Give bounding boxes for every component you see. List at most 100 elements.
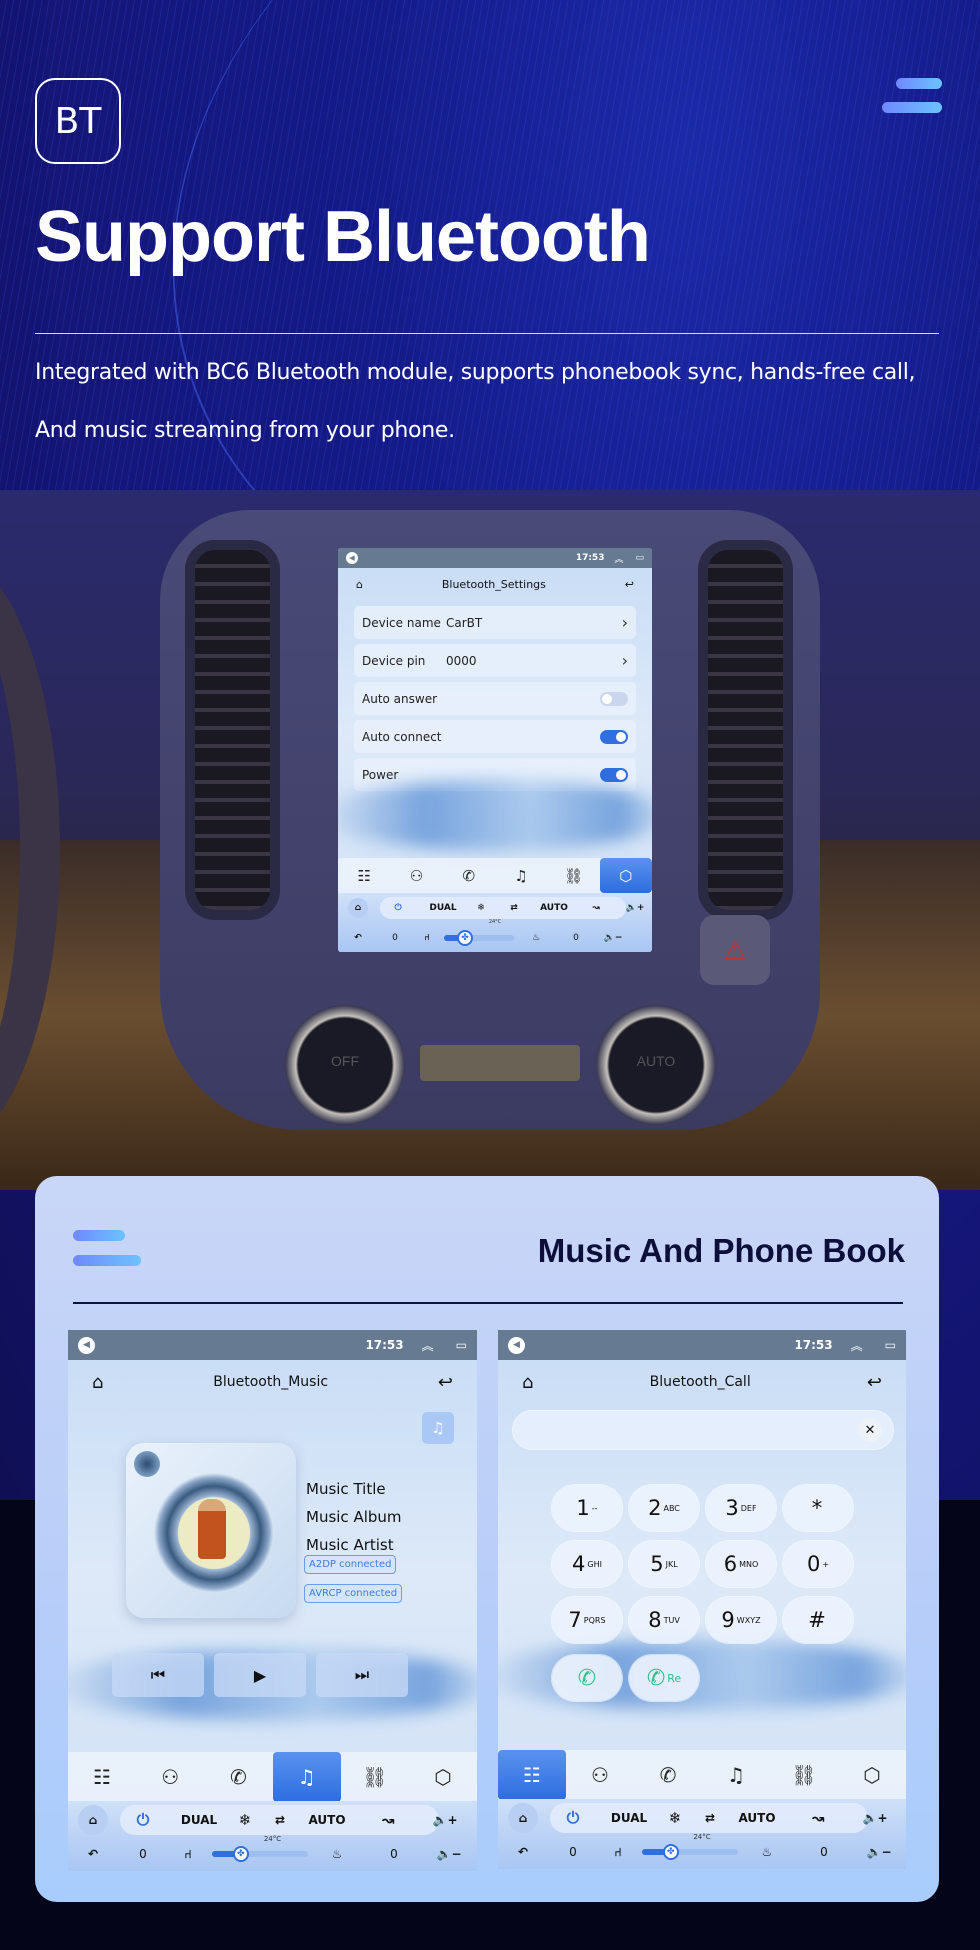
home-icon[interactable]: ⌂: [356, 578, 363, 591]
seat-heat-icon[interactable]: ♨: [312, 1847, 362, 1861]
music-icon[interactable]: ♫: [272, 1752, 341, 1802]
volume-up-icon[interactable]: 🔈+: [618, 903, 652, 913]
fan-slider[interactable]: ✤: [642, 1844, 738, 1860]
expand-icon[interactable]: ︽: [422, 1337, 434, 1354]
play-button[interactable]: ▶: [214, 1653, 306, 1697]
link-icon[interactable]: ⛓: [547, 858, 599, 893]
volume-down-icon[interactable]: 🔈−: [426, 1847, 472, 1861]
power-toggle[interactable]: [600, 767, 628, 782]
power-icon[interactable]: ⏻: [548, 1808, 598, 1828]
seat-heat-icon[interactable]: ♨: [742, 1845, 792, 1859]
fan-slider[interactable]: ✤: [212, 1846, 308, 1862]
expand-icon[interactable]: ︽: [614, 552, 623, 565]
volume-down-icon[interactable]: 🔈−: [856, 1845, 902, 1859]
apps-grid-icon[interactable]: ☷: [68, 1752, 136, 1802]
dial-key[interactable]: 3 DEF: [706, 1485, 776, 1531]
dial-key[interactable]: 1 --: [552, 1485, 622, 1531]
apps-grid-icon[interactable]: ☷: [498, 1750, 566, 1800]
dial-key[interactable]: 4 GHI: [552, 1541, 622, 1587]
dial-key[interactable]: 9 WXYZ: [706, 1597, 776, 1643]
seat-heat-icon[interactable]: ♨: [516, 933, 556, 943]
dial-key[interactable]: 5 JKL: [629, 1541, 699, 1587]
seat-icon[interactable]: ⑁: [598, 1845, 638, 1859]
recents-icon[interactable]: ▭: [885, 1338, 896, 1352]
setting-device-pin[interactable]: Device pin 0000 ›: [354, 644, 636, 677]
link-icon[interactable]: ⛓: [341, 1752, 409, 1802]
contacts-icon[interactable]: ⚇: [390, 858, 442, 893]
dial-key[interactable]: 0 +: [783, 1541, 853, 1587]
home-button[interactable]: ⌂: [508, 1803, 538, 1833]
recirculation-icon[interactable]: ⇄: [690, 1811, 730, 1825]
home-button[interactable]: ⌂: [348, 898, 368, 918]
home-icon[interactable]: ⌂: [92, 1372, 103, 1393]
music-icon[interactable]: ♫: [495, 858, 547, 893]
auto-button[interactable]: AUTO: [730, 1811, 784, 1825]
recents-icon[interactable]: ▭: [456, 1338, 467, 1352]
settings-icon[interactable]: ⬡: [838, 1750, 906, 1800]
music-icon[interactable]: ♫: [702, 1750, 770, 1800]
call-button[interactable]: ✆: [552, 1655, 622, 1701]
setting-device-name[interactable]: Device name CarBT ›: [354, 606, 636, 639]
link-icon[interactable]: ⛓: [770, 1750, 838, 1800]
snowflake-icon[interactable]: ❄: [468, 903, 494, 913]
dual-button[interactable]: DUAL: [168, 1813, 230, 1827]
airflow-icon[interactable]: ↝: [354, 1811, 422, 1829]
auto-button[interactable]: AUTO: [534, 903, 574, 913]
volume-icon[interactable]: ◀: [78, 1336, 95, 1354]
auto-connect-toggle[interactable]: [600, 729, 628, 744]
contacts-icon[interactable]: ⚇: [566, 1750, 634, 1800]
home-icon[interactable]: ⌂: [522, 1372, 533, 1393]
phone-icon[interactable]: ✆: [634, 1750, 702, 1800]
seat-icon[interactable]: ⑁: [412, 933, 442, 943]
back-arrow-icon[interactable]: ↶: [338, 933, 378, 943]
fan-slider[interactable]: ✤: [444, 930, 514, 946]
settings-icon[interactable]: ⬡: [409, 1752, 477, 1802]
back-arrow-icon[interactable]: ↶: [68, 1847, 118, 1861]
volume-icon[interactable]: ◀: [346, 552, 358, 564]
settings-screen: ◀ 17:53 ︽ ▭ ⌂ Bluetooth_Settings ↩ Devic…: [338, 548, 652, 952]
phone-icon[interactable]: ✆: [204, 1752, 272, 1802]
climate-bar: ⌂ ⏻ DUAL ❄ ⇄ AUTO ↝ 🔈+ 24°C ↶ 0 ⑁ ✤ ♨ 0 …: [338, 894, 652, 952]
volume-up-icon[interactable]: 🔈+: [422, 1813, 468, 1827]
redial-button[interactable]: ✆ Re: [629, 1655, 699, 1701]
expand-icon[interactable]: ︽: [851, 1337, 863, 1354]
back-icon[interactable]: ↩: [867, 1372, 882, 1393]
power-icon[interactable]: ⏻: [378, 903, 418, 913]
clear-input-button[interactable]: ✕: [858, 1418, 882, 1442]
dial-key[interactable]: 6 MNO: [706, 1541, 776, 1587]
power-icon[interactable]: ⏻: [118, 1810, 168, 1830]
volume-up-icon[interactable]: 🔈+: [852, 1811, 898, 1825]
dial-key[interactable]: *: [783, 1485, 853, 1531]
snowflake-icon[interactable]: ❄: [230, 1811, 260, 1829]
recirculation-icon[interactable]: ⇄: [494, 903, 534, 913]
snowflake-icon[interactable]: ❄: [660, 1809, 690, 1827]
recents-icon[interactable]: ▭: [635, 553, 644, 563]
phone-icon[interactable]: ✆: [443, 858, 495, 893]
volume-icon[interactable]: ◀: [508, 1336, 525, 1354]
contacts-icon[interactable]: ⚇: [136, 1752, 204, 1802]
back-icon[interactable]: ↩: [625, 578, 634, 591]
dial-key[interactable]: #: [783, 1597, 853, 1643]
volume-down-icon[interactable]: 🔈−: [596, 933, 630, 943]
number-input[interactable]: [512, 1410, 894, 1450]
menu-icon[interactable]: [882, 78, 942, 114]
previous-track-button[interactable]: ⏮: [112, 1653, 204, 1697]
apps-grid-icon[interactable]: ☷: [338, 858, 390, 893]
next-track-button[interactable]: ⏭: [316, 1653, 408, 1697]
dial-key[interactable]: 8 TUV: [629, 1597, 699, 1643]
music-source-icon[interactable]: ♫: [422, 1412, 454, 1444]
airflow-icon[interactable]: ↝: [574, 903, 618, 913]
settings-icon[interactable]: ⬡: [599, 858, 652, 893]
dual-button[interactable]: DUAL: [418, 903, 468, 913]
dual-button[interactable]: DUAL: [598, 1811, 660, 1825]
dial-key[interactable]: 2 ABC: [629, 1485, 699, 1531]
home-button[interactable]: ⌂: [78, 1805, 108, 1835]
auto-answer-toggle[interactable]: [600, 691, 628, 706]
back-icon[interactable]: ↩: [438, 1372, 453, 1393]
recirculation-icon[interactable]: ⇄: [260, 1813, 300, 1827]
auto-button[interactable]: AUTO: [300, 1813, 354, 1827]
airflow-icon[interactable]: ↝: [784, 1809, 852, 1827]
dial-key[interactable]: 7 PQRS: [552, 1597, 622, 1643]
back-arrow-icon[interactable]: ↶: [498, 1845, 548, 1859]
seat-icon[interactable]: ⑁: [168, 1847, 208, 1861]
